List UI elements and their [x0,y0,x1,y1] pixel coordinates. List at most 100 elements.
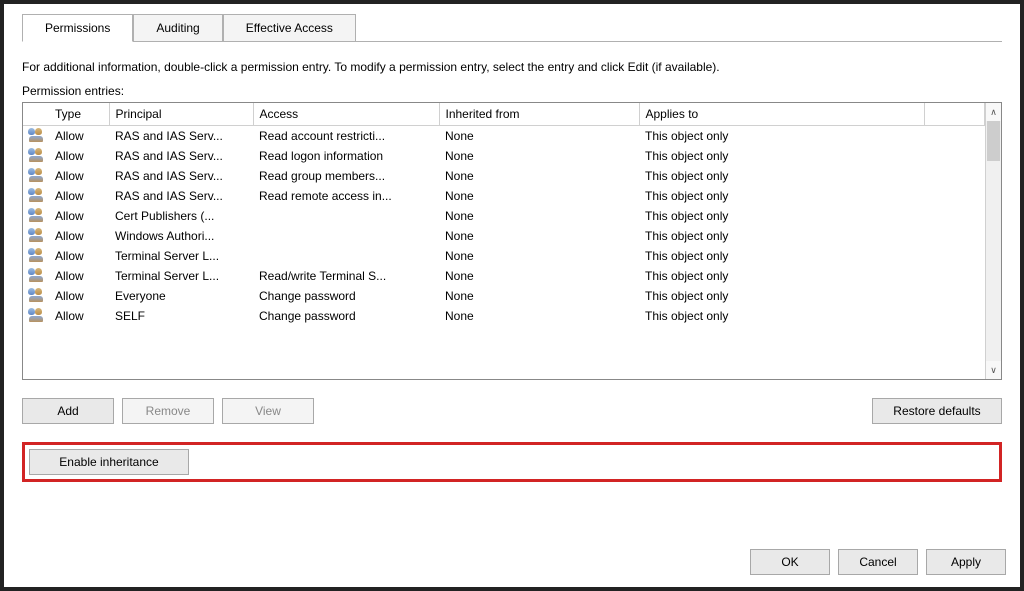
table-row[interactable]: AllowEveryoneChange passwordNoneThis obj… [23,286,985,306]
cell-inherited: None [439,246,639,266]
col-header-applies[interactable]: Applies to [639,103,925,126]
users-icon [23,206,49,226]
col-header-principal[interactable]: Principal [109,103,253,126]
users-icon [23,286,49,306]
cell-access: Read remote access in... [253,186,439,206]
table-row[interactable]: AllowRAS and IAS Serv...Read remote acce… [23,186,985,206]
cell-access [253,206,439,226]
cell-access: Read account restricti... [253,126,439,147]
users-icon [23,246,49,266]
cell-principal: Terminal Server L... [109,246,253,266]
content: Permissions Auditing Effective Access Fo… [4,4,1020,539]
cell-inherited: None [439,266,639,286]
vertical-scrollbar[interactable]: ∧ ∨ [985,103,1001,379]
cell-type: Allow [49,146,109,166]
cell-applies: This object only [639,246,925,266]
cell-access: Change password [253,306,439,326]
cell-inherited: None [439,166,639,186]
cell-inherited: None [439,226,639,246]
col-header-access[interactable]: Access [253,103,439,126]
cell-spacer [925,246,985,266]
cell-spacer [925,146,985,166]
cell-spacer [925,206,985,226]
col-header-type[interactable]: Type [49,103,109,126]
cell-type: Allow [49,206,109,226]
cell-inherited: None [439,186,639,206]
table-row[interactable]: AllowRAS and IAS Serv...Read group membe… [23,166,985,186]
scroll-down-arrow[interactable]: ∨ [986,361,1001,379]
col-header-icon[interactable] [23,103,49,126]
users-icon [23,146,49,166]
users-icon [23,266,49,286]
table-header-row: Type Principal Access Inherited from App… [23,103,985,126]
info-text: For additional information, double-click… [22,60,1002,74]
cell-spacer [925,186,985,206]
scroll-thumb[interactable] [987,121,1000,161]
advanced-security-dialog: Permissions Auditing Effective Access Fo… [0,0,1024,591]
cell-type: Allow [49,126,109,147]
cell-applies: This object only [639,266,925,286]
cell-spacer [925,266,985,286]
apply-button[interactable]: Apply [926,549,1006,575]
add-button[interactable]: Add [22,398,114,424]
cell-type: Allow [49,166,109,186]
users-icon [23,306,49,326]
cell-applies: This object only [639,126,925,147]
users-icon [23,126,49,147]
scroll-up-arrow[interactable]: ∧ [986,103,1001,121]
view-button: View [222,398,314,424]
enable-inheritance-button[interactable]: Enable inheritance [29,449,189,475]
cell-inherited: None [439,126,639,147]
table-row[interactable]: AllowWindows Authori...NoneThis object o… [23,226,985,246]
enable-inheritance-highlight: Enable inheritance [22,442,1002,482]
restore-defaults-button[interactable]: Restore defaults [872,398,1002,424]
cell-spacer [925,286,985,306]
users-icon [23,186,49,206]
cell-spacer [925,126,985,147]
cell-type: Allow [49,306,109,326]
cell-applies: This object only [639,306,925,326]
cell-access: Change password [253,286,439,306]
dialog-buttons: OK Cancel Apply [4,539,1020,587]
cell-principal: RAS and IAS Serv... [109,126,253,147]
users-icon [23,166,49,186]
cell-spacer [925,306,985,326]
cell-inherited: None [439,146,639,166]
cell-principal: Windows Authori... [109,226,253,246]
cell-applies: This object only [639,206,925,226]
table-row[interactable]: AllowTerminal Server L...Read/write Term… [23,266,985,286]
cancel-button[interactable]: Cancel [838,549,918,575]
cell-spacer [925,226,985,246]
col-header-inherited[interactable]: Inherited from [439,103,639,126]
cell-type: Allow [49,286,109,306]
tab-auditing[interactable]: Auditing [133,14,222,42]
cell-inherited: None [439,206,639,226]
cell-spacer [925,166,985,186]
cell-principal: Everyone [109,286,253,306]
table-row[interactable]: AllowCert Publishers (... NoneThis object… [23,206,985,226]
table-row[interactable]: AllowTerminal Server L...NoneThis object… [23,246,985,266]
tab-effective-access[interactable]: Effective Access [223,14,356,42]
cell-principal: Cert Publishers (... [109,206,253,226]
tab-permissions[interactable]: Permissions [22,14,133,42]
cell-principal: RAS and IAS Serv... [109,186,253,206]
cell-type: Allow [49,266,109,286]
cell-principal: RAS and IAS Serv... [109,146,253,166]
users-icon [23,226,49,246]
col-header-spacer[interactable] [925,103,985,126]
tab-bar: Permissions Auditing Effective Access [22,14,1002,42]
cell-inherited: None [439,286,639,306]
entry-buttons-row: Add Remove View Restore defaults [22,398,1002,424]
table-row[interactable]: AllowRAS and IAS Serv...Read account res… [23,126,985,147]
remove-button: Remove [122,398,214,424]
cell-access: Read logon information [253,146,439,166]
scroll-track[interactable] [986,121,1001,361]
cell-access [253,246,439,266]
table-row[interactable]: AllowSELFChange passwordNoneThis object … [23,306,985,326]
table-row[interactable]: AllowRAS and IAS Serv...Read logon infor… [23,146,985,166]
cell-inherited: None [439,306,639,326]
cell-principal: SELF [109,306,253,326]
cell-access: Read group members... [253,166,439,186]
ok-button[interactable]: OK [750,549,830,575]
cell-principal: RAS and IAS Serv... [109,166,253,186]
